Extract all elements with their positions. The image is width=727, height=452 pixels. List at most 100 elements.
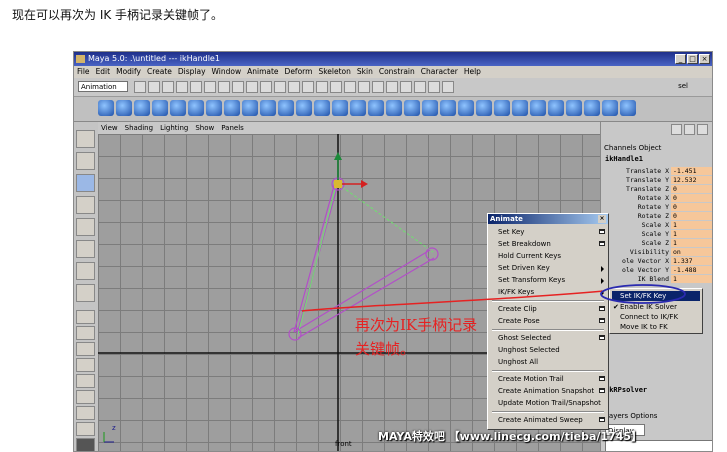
four-view-layout-icon[interactable] [76,326,95,340]
mask-joints-icon[interactable] [232,81,244,93]
menu-item-hold-current-keys[interactable]: Hold Current Keys [498,252,561,260]
select-hierarchy-icon[interactable] [176,81,188,93]
attr-value[interactable]: 0 [671,185,712,193]
trax-layout-icon[interactable] [76,422,95,436]
option-box-icon[interactable] [599,318,605,323]
mask-dynamics-icon[interactable] [288,81,300,93]
menu-skeleton[interactable]: Skeleton [318,66,350,78]
mid-joint[interactable] [425,247,439,261]
paint-icon[interactable] [530,100,546,116]
attr-value[interactable]: -1.488 [671,266,712,274]
cone-icon[interactable] [152,100,168,116]
new-scene-icon[interactable] [134,81,146,93]
menu-window[interactable]: Window [212,66,242,78]
panel-menu-view[interactable]: View [101,122,118,134]
attr-value[interactable]: on [671,248,712,256]
mask-misc-icon[interactable] [316,81,328,93]
attr-value[interactable]: 1 [671,239,712,247]
open-scene-icon[interactable] [148,81,160,93]
poly-sphere-icon[interactable] [206,100,222,116]
mask-handles-icon[interactable] [218,81,230,93]
smooth-icon[interactable] [332,100,348,116]
attr-value[interactable]: 1 [671,221,712,229]
manipulator-tool-icon[interactable] [76,262,95,280]
snap-surface-icon[interactable] [372,81,384,93]
split-icon[interactable] [422,100,438,116]
channels-tab[interactable]: Channels [604,144,636,152]
lasso-tool-icon[interactable] [76,152,95,170]
light-icon[interactable] [620,100,636,116]
menu-deform[interactable]: Deform [285,66,313,78]
menu-skin[interactable]: Skin [357,66,373,78]
option-box-icon[interactable] [599,335,605,340]
panel-menu-show[interactable]: Show [195,122,214,134]
boolean-icon[interactable] [386,100,402,116]
panel-menu-lighting[interactable]: Lighting [160,122,188,134]
last-tool-icon[interactable] [76,284,95,302]
menu-item-connect-to-ikfk[interactable]: Connect to IK/FK [620,313,678,321]
option-box-icon[interactable] [599,241,605,246]
menu-item-ikfk-keys[interactable]: IK/FK Keys [498,288,534,296]
option-box-icon[interactable] [599,388,605,393]
poly-torus-icon[interactable] [296,100,312,116]
attr-value[interactable]: 12.532 [671,176,712,184]
menu-create[interactable]: Create [147,66,172,78]
cylinder-icon[interactable] [134,100,150,116]
maximize-button[interactable]: □ [687,54,698,64]
menu-item-set-breakdown[interactable]: Set Breakdown [498,240,551,248]
history-icon[interactable] [386,81,398,93]
menu-item-enable-ik-solver[interactable]: Enable IK Solver [620,303,677,311]
menu-item-create-animated-sweep[interactable]: Create Animated Sweep [498,416,583,424]
snap-grid-icon[interactable] [330,81,342,93]
split-view-layout-icon[interactable] [76,342,95,356]
menu-character[interactable]: Character [421,66,458,78]
menu-item-update-motion-trail[interactable]: Update Motion Trail/Snapshot [498,399,601,407]
object-tab[interactable]: Object [639,144,662,152]
hypershade-layout-icon[interactable] [76,390,95,404]
move-tool-icon[interactable] [76,196,95,214]
attr-value[interactable]: 1 [671,230,712,238]
menu-item-set-transform-keys[interactable]: Set Transform Keys [498,276,565,284]
mask-rendering-icon[interactable] [302,81,314,93]
move-manipulator[interactable] [334,152,368,188]
cluster-icon[interactable] [566,100,582,116]
option-box-icon[interactable] [599,229,605,234]
panel-menu-shading[interactable]: Shading [125,122,153,134]
minimize-button[interactable]: _ [675,54,686,64]
save-scene-icon[interactable] [162,81,174,93]
snap-curve-icon[interactable] [344,81,356,93]
cube-icon[interactable] [116,100,132,116]
menu-item-move-ik-to-fk[interactable]: Move IK to FK [620,323,668,331]
uv-icon[interactable] [494,100,510,116]
fill-hole-icon[interactable] [476,100,492,116]
ipr-render-icon[interactable] [414,81,426,93]
sphere-icon[interactable] [98,100,114,116]
attr-value[interactable]: 0 [671,194,712,202]
select-object-icon[interactable] [190,81,202,93]
attr-value[interactable]: 1 [671,275,712,283]
menu-item-create-clip[interactable]: Create Clip [498,305,537,313]
attr-value[interactable]: 1.337 [671,257,712,265]
poly-cylinder-icon[interactable] [242,100,258,116]
menu-item-unghost-all[interactable]: Unghost All [498,358,538,366]
menu-item-create-motion-trail[interactable]: Create Motion Trail [498,375,564,383]
persp-hypershade-layout-icon[interactable] [76,406,95,420]
panel-menu-panels[interactable]: Panels [221,122,244,134]
menu-item-ghost-selected[interactable]: Ghost Selected [498,334,551,342]
menu-edit[interactable]: Edit [96,66,111,78]
snap-point-icon[interactable] [358,81,370,93]
menu-file[interactable]: File [77,66,90,78]
subdiv-icon[interactable] [584,100,600,116]
menu-item-create-pose[interactable]: Create Pose [498,317,540,325]
input-line-icon[interactable] [442,81,454,93]
option-box-icon[interactable] [599,376,605,381]
attr-value[interactable]: 0 [671,212,712,220]
lattice-icon[interactable] [548,100,564,116]
menu-display[interactable]: Display [178,66,206,78]
mask-curves-icon[interactable] [246,81,258,93]
close-icon[interactable]: × [598,215,606,223]
merge-icon[interactable] [458,100,474,116]
show-attribute-editor-icon[interactable] [684,124,695,135]
single-view-layout-icon[interactable] [76,310,95,324]
paint-select-tool-icon[interactable] [76,174,95,192]
